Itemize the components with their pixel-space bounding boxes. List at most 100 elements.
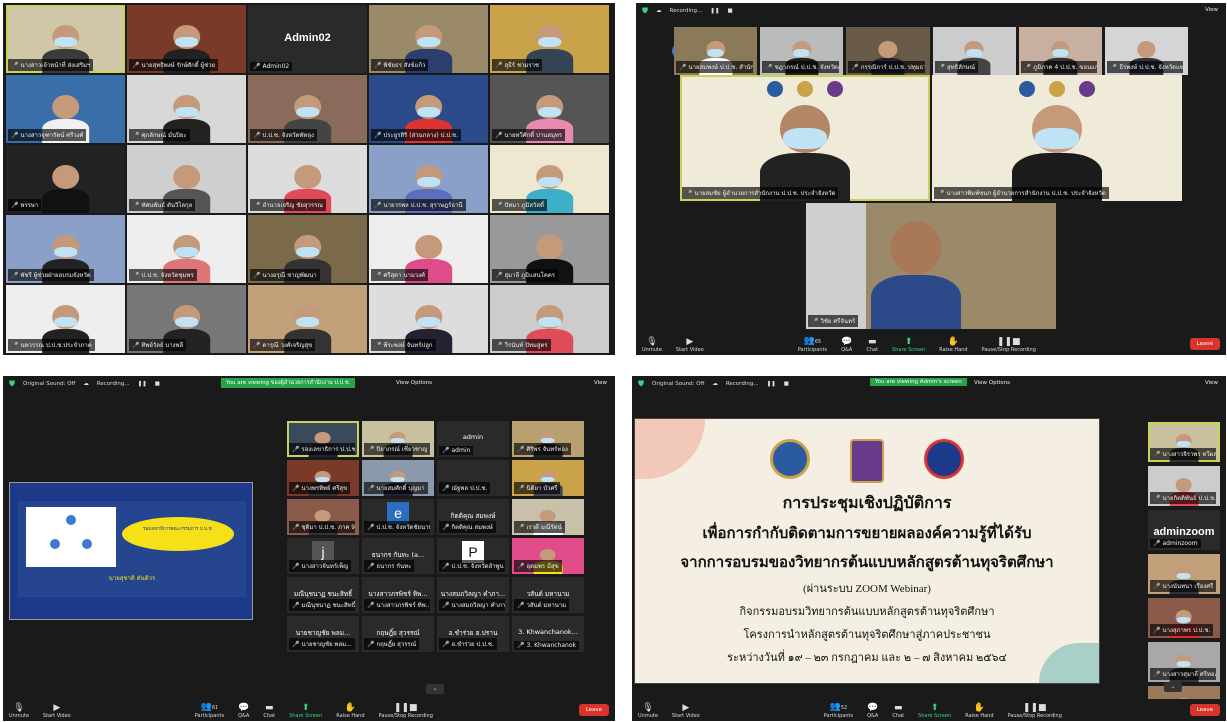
participant-tile[interactable]: 🎤 ทัศนพันธ์ ตันวิไลกุล (127, 145, 246, 213)
participant-tile[interactable]: 🎤 นางสาวเจ้าหน้าที่ ส่งเสริมฯ (6, 5, 125, 73)
participant-tile[interactable]: j 🎤 นางสาวจันทร์เพ็ญ (287, 538, 359, 574)
qa-button[interactable]: 💬 Q&A (238, 703, 249, 719)
participant-tile[interactable]: 🎤 นายสุทธิพงษ์ รักษ์ศักดิ์ ผู้ช่วย (127, 5, 246, 73)
security-shield-icon[interactable]: ⛊ (638, 379, 644, 389)
participant-tile[interactable]: 🎤 นายวรพล ป.ป.ช. สุราษฎร์ธานี (369, 145, 488, 213)
stop-record-icon[interactable]: ■ (727, 8, 732, 14)
participant-tile[interactable]: 🎤 นางสาวจิราพร ทวีผล (1148, 422, 1220, 462)
participant-tile[interactable]: 🎤 ณัฐพล ป.ป.ช. (437, 460, 509, 496)
participant-tile[interactable]: 🎤 พีระพงษ์ จันทร์ปลูก (369, 285, 488, 353)
participant-tile[interactable]: 🎤ชฎาภรณ์ ป.ป.ช. จังหวัดอ่างทอง (760, 27, 844, 75)
chevron-down-icon[interactable]: ⌄ (1164, 682, 1182, 692)
participant-tile[interactable]: 🎤 ชุติมา ป.ป.ช. ภาค 9 (287, 499, 359, 535)
participant-tile[interactable]: 🎤 นายทวีศักดิ์ ปานสมุทร (490, 75, 609, 143)
pause-stop-recording-button[interactable]: ❚❚■ Pause/Stop Recording (982, 337, 1036, 353)
leave-button[interactable]: Leave (1189, 338, 1220, 350)
security-shield-icon[interactable]: ⛊ (9, 379, 15, 389)
participants-button[interactable]: 👥52 Participants (824, 702, 853, 719)
participant-tile[interactable]: 🎤 นายกิตติพันธ์ ป.ป.ช. (1148, 466, 1220, 506)
participant-tile[interactable]: นายชาญชัย พลม... 🎤 นายชาญชัย พลม... (287, 616, 359, 652)
participant-tile[interactable]: อ.ชำร่วย ฮ.ปราน 🎤 อ.ชำร่วย ป.ป.ช. (437, 616, 509, 652)
view-button[interactable]: View (594, 380, 607, 386)
participant-tile[interactable]: นางสาวภรพิชร์ ทิพ... 🎤 นางสาวภรพิชร์ ทิพ..… (362, 577, 434, 613)
leave-button[interactable]: Leave (1189, 704, 1220, 716)
main-video-left[interactable]: 🎤 นายสมชัย ผู้อำนวยการสำนักงาน ป.ป.ช. ประ… (680, 75, 930, 201)
pause-record-icon[interactable]: ❚❚ (767, 381, 776, 387)
participant-tile[interactable]: มณีนุชนาฏ ชนะสิทธิ์ 🎤 มณีนุชนาฏ ชนะสิทธิ์ (287, 577, 359, 613)
participant-tile[interactable]: วสันต์ มหานาม 🎤 วสันต์ มหานาม (512, 577, 584, 613)
raise-hand-button[interactable]: ✋ Raise Hand (965, 703, 993, 719)
participant-tile[interactable]: 🎤 นางสาวจุฑารัตน์ ศรีวงศ์ (6, 75, 125, 143)
participant-tile[interactable]: นางสมถวิลญา คำภา... 🎤 นางสมถวิลญา คำภา... (437, 577, 509, 613)
participant-tile[interactable]: 🎤 ธีรพงษ์ ป.ป.ช. จังหวัดแพร่ (1104, 27, 1189, 75)
participants-button[interactable]: 👥65 Participants (798, 336, 827, 353)
participant-tile[interactable]: 🎤 พรรษา (6, 145, 125, 213)
participant-tile[interactable]: 🎤 สุทธิลักษณ์ (932, 27, 1016, 75)
main-video-bottom[interactable]: 🎤 วิชัย ศรีจันทร์ (806, 203, 1056, 329)
participant-tile[interactable]: 🎤 ศิริพร จันทร์ทอง (512, 421, 584, 457)
stop-record-icon[interactable]: ■ (155, 381, 160, 387)
participant-tile[interactable]: กิตติคุณ สมพงษ์ 🎤 กิตติคุณ สมพงษ์ (437, 499, 509, 535)
participant-tile[interactable]: adminzoom 🎤 adminzoom (1148, 510, 1220, 550)
participant-tile[interactable]: 🎤 อำนาจเจริญ ชัยสุวรรณ (248, 145, 367, 213)
participants-button[interactable]: 👥61 Participants (195, 702, 224, 719)
participant-tile[interactable]: 🎤 ศรีสุดา นามวงศ์ (369, 215, 488, 283)
participant-tile[interactable]: 🎤 ปิยาภรณ์ เชี่ยวชาญ (362, 421, 434, 457)
participant-tile[interactable]: P 🎤 ป.ป.ช. จังหวัดลำพูน (437, 538, 509, 574)
participant-tile[interactable]: 🎤 ศุภลักษณ์ มั่นปิยะ (127, 75, 246, 143)
raise-hand-button[interactable]: ✋ Raise Hand (939, 337, 967, 353)
participant-tile[interactable]: 3. Khwanchanok... 🎤 3. Khwanchanok (512, 616, 584, 652)
participant-tile[interactable]: กฤษฎิ์ย สุวรรณ์ 🎤 กฤษฎิ์ย สุวรรณ์ (362, 616, 434, 652)
participant-tile[interactable]: 🎤 นายสมศักดิ์ บุญมา (362, 460, 434, 496)
original-sound-button[interactable]: Original Sound: Off (652, 381, 704, 387)
stop-record-icon[interactable]: ■ (784, 381, 789, 387)
original-sound-button[interactable]: Original Sound: Off (23, 381, 75, 387)
participant-tile[interactable]: admin 🎤 admin (437, 421, 509, 457)
participant-tile[interactable]: 🎤 รองเลขาธิการ ป.ป.ช. (287, 421, 359, 457)
pause-stop-recording-button[interactable]: ❚❚■ Pause/Stop Recording (1008, 703, 1062, 719)
pause-record-icon[interactable]: ❚❚ (138, 381, 147, 387)
participant-tile[interactable]: 🎤 ป.ป.ช. จังหวัดชุมพร (127, 215, 246, 283)
chat-button[interactable]: ▬ Chat (866, 337, 878, 353)
participant-tile[interactable]: 🎤 พัชรี ผู้ช่วยฝ่ายอบรมจังหวัด (6, 215, 125, 283)
participant-tile[interactable]: 🎤 นางสุภาพร ป.ป.ช. (1148, 598, 1220, 638)
participant-tile[interactable]: 🎤 นางพรทิพย์ ศรีสุข (287, 460, 359, 496)
participant-tile[interactable]: 🎤 ปัทมา ภูมิสวัสดิ์ (490, 145, 609, 213)
pause-stop-recording-button[interactable]: ❚❚■ Pause/Stop Recording (379, 703, 433, 719)
participant-tile[interactable]: 🎤 นางนันทนา เรืองศรี (1148, 554, 1220, 594)
pause-record-icon[interactable]: ❚❚ (710, 8, 719, 14)
participant-tile[interactable]: 🎤 ภูมิภาค 4 ป.ป.ช. ขอนแก่น (1018, 27, 1102, 75)
view-options-dropdown[interactable]: View Options (396, 380, 432, 386)
share-screen-button[interactable]: ⬆ Share Screen (918, 703, 951, 719)
participant-tile[interactable]: 🎤นายสมพงษ์ ป.ป.ช. สำนักงาน (674, 27, 758, 75)
unmute-button[interactable]: 🎙 Unmute (642, 337, 662, 353)
view-options-dropdown[interactable]: View Options (974, 380, 1010, 386)
start-video-button[interactable]: ▶ Start Video (676, 337, 704, 353)
start-video-button[interactable]: ▶ Start Video (672, 703, 700, 719)
qa-button[interactable]: 💬 Q&A (867, 703, 878, 719)
raise-hand-button[interactable]: ✋ Raise Hand (336, 703, 364, 719)
participant-tile[interactable]: 🎤 พิชัยธร สังข์แก้ว (369, 5, 488, 73)
security-shield-icon[interactable]: ⛊ (642, 6, 648, 16)
participant-tile[interactable]: 🎤 นางสาวสุมาลี ศรีทอง (1148, 642, 1220, 682)
participant-tile[interactable]: 🎤 นางอรุณี ชาญพัฒนา (248, 215, 367, 283)
participant-tile[interactable]: 🎤 ทิพย์วัลย์ บางพลี (127, 285, 246, 353)
chat-button[interactable]: ▬ Chat (263, 703, 275, 719)
participant-tile[interactable]: 🎤 กรรณิการ์ ป.ป.ช. ปทุมธานี (846, 27, 930, 75)
participant-tile[interactable]: 🎤 สุมาลี ภูมิแสนโคตร (490, 215, 609, 283)
view-button[interactable]: View (1205, 380, 1218, 386)
qa-button[interactable]: 💬 Q&A (841, 337, 852, 353)
participant-tile[interactable]: 🎤 ดารุณี วงศ์เจริญสุข (248, 285, 367, 353)
leave-button[interactable]: Leave (578, 704, 609, 716)
participant-tile[interactable]: Admin02 🎤 Admin02 (248, 5, 367, 73)
share-screen-button[interactable]: ⬆ Share Screen (892, 337, 925, 353)
unmute-button[interactable]: 🎙 Unmute (9, 703, 29, 719)
unmute-button[interactable]: 🎙 Unmute (638, 703, 658, 719)
participant-tile[interactable]: 🎤 อุดมพร มีสุข (512, 538, 584, 574)
participant-tile[interactable]: 🎤 นพวรรณ ป.ป.ช.ประจำภาค (6, 285, 125, 353)
chat-button[interactable]: ▬ Chat (892, 703, 904, 719)
participant-tile[interactable]: 🎤 เรวดี มณีรัตน์ (512, 499, 584, 535)
share-screen-button[interactable]: ⬆ Share Screen (289, 703, 322, 719)
participant-tile[interactable]: 🎤 สุธีร์ ชามราช (490, 5, 609, 73)
start-video-button[interactable]: ▶ Start Video (43, 703, 71, 719)
